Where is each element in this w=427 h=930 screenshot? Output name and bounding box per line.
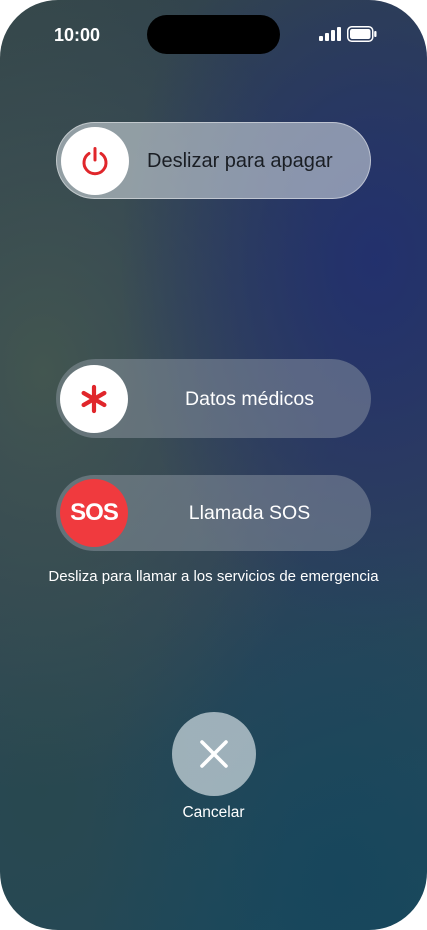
sos-slider-label: Llamada SOS [188,502,311,524]
phone-screen: 10:00 Deslizar para apagar Datos médicos… [0,0,427,930]
medical-id-slider[interactable]: Datos médicos [56,359,371,438]
cellular-signal-icon [319,27,341,41]
sos-badge-icon: SOS [70,499,119,526]
power-slider-label: Deslizar para apagar [147,149,333,172]
sos-hint-text: Desliza para llamar a los servicios de e… [48,568,379,585]
dynamic-island [147,15,280,54]
close-icon [200,740,228,768]
medical-slider-label: Datos médicos [185,387,314,410]
power-icon [82,146,108,175]
cancel-label: Cancelar [182,804,245,821]
cancel-button[interactable] [172,712,256,796]
emergency-sos-slider[interactable]: SOS Llamada SOS [56,475,371,551]
battery-icon [347,26,377,42]
medical-slider-knob[interactable] [60,364,128,433]
sos-slider-knob[interactable]: SOS [60,479,128,547]
power-slider-knob[interactable] [61,126,129,195]
medical-asterisk-icon [81,384,107,413]
power-off-slider[interactable]: Deslizar para apagar [56,122,371,199]
status-time: 10:00 [54,25,101,45]
